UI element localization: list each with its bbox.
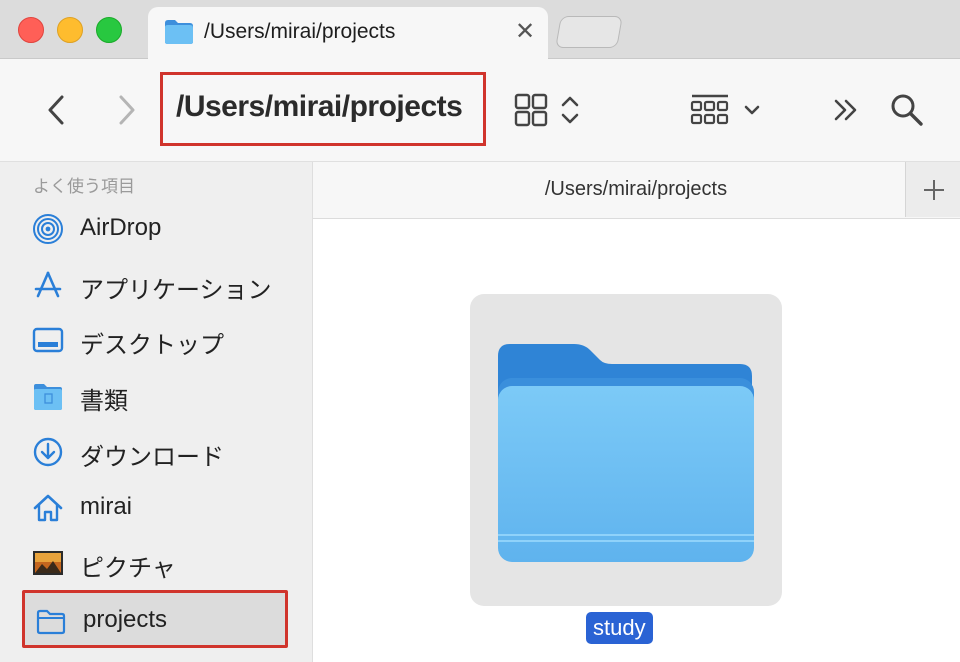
sidebar-heading-favorites: よく使う項目 — [33, 177, 135, 196]
sidebar-item-applications[interactable]: アプリケーション — [22, 260, 288, 310]
sidebar-item-downloads[interactable]: ダウンロード — [22, 427, 288, 477]
zoom-window-button[interactable] — [96, 17, 122, 43]
folder-large-icon — [498, 344, 754, 562]
home-icon — [33, 494, 63, 522]
desktop-icon — [32, 327, 64, 353]
more-toolbar-icon[interactable] — [832, 95, 862, 125]
minimize-window-button[interactable] — [57, 17, 83, 43]
toolbar: /Users/mirai/projects — [0, 59, 960, 162]
airdrop-icon — [33, 214, 63, 244]
sidebar-item-label: 書類 — [80, 388, 128, 415]
documents-icon — [34, 384, 62, 410]
sidebar-item-desktop[interactable]: デスクトップ — [22, 315, 288, 365]
tab-title: /Users/mirai/projects — [204, 20, 396, 43]
applications-icon — [34, 271, 62, 298]
path-bar-title: /Users/mirai/projects — [544, 178, 728, 200]
folder-icon — [165, 20, 193, 44]
sidebar-item-projects[interactable]: projects — [22, 590, 288, 648]
add-tab-button[interactable] — [905, 162, 960, 217]
group-by-icon[interactable] — [690, 93, 764, 127]
sidebar-item-home[interactable]: mirai — [22, 483, 288, 533]
view-mode-icon[interactable] — [514, 93, 586, 127]
close-window-button[interactable] — [18, 17, 44, 43]
sidebar-item-label: AirDrop — [80, 214, 162, 241]
sidebar: よく使う項目 AirDrop アプリケーション デスクトップ 書類 ダウンロード… — [0, 162, 313, 662]
sidebar-item-pictures[interactable]: ピクチャ — [22, 538, 288, 588]
search-icon[interactable] — [889, 92, 925, 128]
new-tab-button[interactable] — [555, 16, 623, 48]
sidebar-item-documents[interactable]: 書類 — [22, 371, 288, 421]
forward-icon[interactable] — [115, 94, 139, 126]
sidebar-item-label: アプリケーション — [80, 277, 272, 304]
folder-name-label[interactable]: study — [586, 612, 653, 644]
close-tab-icon[interactable]: ✕ — [515, 17, 535, 46]
sidebar-item-label: デスクトップ — [80, 332, 224, 359]
back-icon[interactable] — [44, 94, 68, 126]
folder-item-study[interactable] — [470, 294, 782, 606]
tab-active[interactable]: /Users/mirai/projects ✕ — [148, 7, 548, 59]
path-title: /Users/mirai/projects — [176, 90, 463, 123]
sidebar-item-label: mirai — [80, 493, 132, 520]
sidebar-item-airdrop[interactable]: AirDrop — [22, 204, 288, 254]
sidebar-item-label: ピクチャ — [80, 555, 176, 582]
plus-icon — [924, 180, 944, 200]
tab-bar: /Users/mirai/projects ✕ — [0, 0, 960, 59]
folder-icon — [36, 609, 66, 635]
path-bar: /Users/mirai/projects — [313, 162, 960, 219]
sidebar-item-label: ダウンロード — [80, 444, 224, 471]
downloads-icon — [33, 437, 63, 467]
pictures-icon — [33, 551, 63, 575]
sidebar-item-label: projects — [83, 606, 168, 633]
